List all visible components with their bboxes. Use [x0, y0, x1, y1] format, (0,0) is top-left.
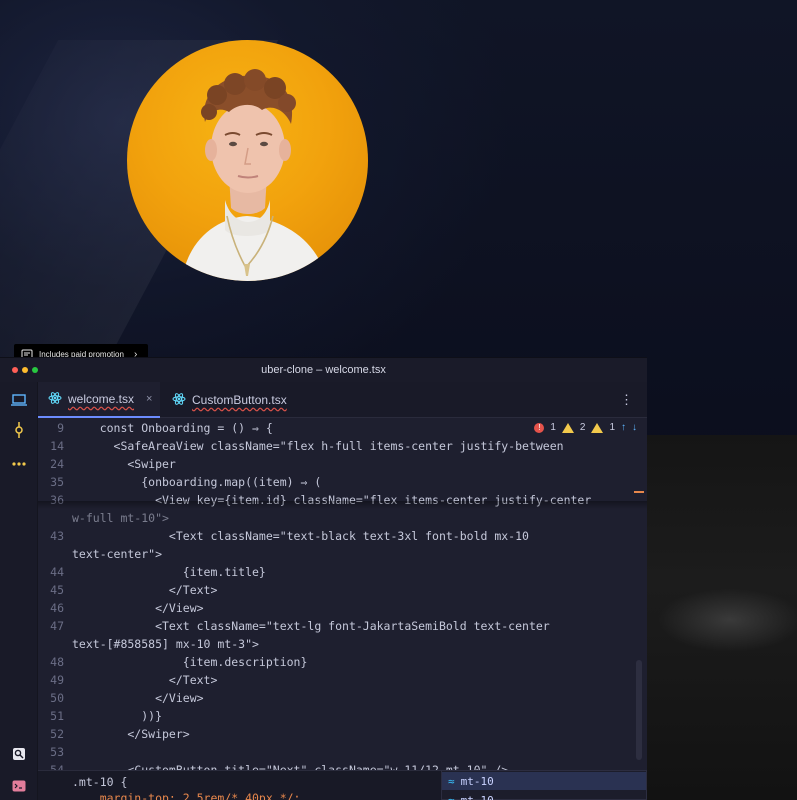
suggestion-item[interactable]: ≈ mt-10: [442, 772, 646, 790]
editor-scrollbar[interactable]: [636, 660, 642, 760]
css-declaration: margin-top: 2.5rem/* 40px */;: [72, 791, 301, 800]
line-number: 52: [50, 727, 64, 741]
code-editor-window: uber-clone – welcome.tsx welcome.tsx × C…: [0, 357, 647, 800]
line-number: 9: [57, 421, 64, 435]
code-line[interactable]: 35 {onboarding.map((item) ⇒ (: [38, 473, 638, 491]
sticky-scroll-shadow: [38, 501, 647, 509]
window-controls: [12, 367, 38, 373]
code-line[interactable]: w-full mt-10">: [38, 509, 638, 527]
line-number: 14: [50, 439, 64, 453]
line-text: <Text className="text-lg font-JakartaSem…: [72, 619, 550, 633]
line-text: w-full mt-10">: [72, 511, 169, 525]
window-title: uber-clone – welcome.tsx: [261, 364, 386, 376]
avatar: [127, 40, 368, 281]
background-photo-blur: [650, 560, 797, 680]
code-area[interactable]: 9 const Onboarding = () ⇒ {14 <SafeAreaV…: [38, 419, 647, 800]
line-text: <Swiper: [72, 457, 176, 471]
more-icon[interactable]: [11, 456, 27, 472]
code-line[interactable]: 48 {item.description}: [38, 653, 638, 671]
line-text: <SafeAreaView className="flex h-full ite…: [72, 439, 564, 453]
activity-bar: [0, 382, 38, 800]
line-number: 47: [50, 619, 64, 633]
line-text: ))}: [72, 709, 163, 723]
line-text: </Text>: [72, 583, 218, 597]
person-portrait: [182, 69, 327, 281]
line-number: 49: [50, 673, 64, 687]
code-line[interactable]: 51 ))}: [38, 707, 638, 725]
css-selector: .mt-10 {: [72, 775, 128, 789]
code-line[interactable]: 9 const Onboarding = () ⇒ {: [38, 419, 638, 437]
react-icon: [172, 392, 186, 409]
code-line[interactable]: 49 </Text>: [38, 671, 638, 689]
terminal-icon[interactable]: [11, 778, 27, 794]
tailwind-icon: ≈: [448, 774, 455, 788]
autocomplete-popup: ≈ mt-10 ≈ mt-10: [441, 770, 647, 800]
css-preview-panel: .mt-10 { margin-top: 2.5rem/* 40px */;: [38, 770, 441, 800]
code-line[interactable]: 47 <Text className="text-lg font-Jakarta…: [38, 617, 638, 635]
line-text: </View>: [72, 691, 204, 705]
laptop-icon[interactable]: [11, 392, 27, 408]
line-number: 35: [50, 475, 64, 489]
code-line[interactable]: text-center">: [38, 545, 638, 563]
code-line[interactable]: text-[#858585] mx-10 mt-3">: [38, 635, 638, 653]
line-number: 51: [50, 709, 64, 723]
search-icon[interactable]: [11, 746, 27, 762]
window-titlebar: uber-clone – welcome.tsx: [0, 358, 647, 382]
tab-label: CustomButton.tsx: [192, 393, 287, 407]
tailwind-icon: ≈: [448, 793, 455, 800]
change-marker: [634, 491, 644, 493]
line-text: text-center">: [72, 547, 163, 561]
code-line[interactable]: 53: [38, 743, 638, 761]
line-text: </Text>: [72, 673, 218, 687]
kebab-menu-icon[interactable]: ⋮: [620, 392, 633, 408]
suggestion-label: mt-10: [460, 774, 494, 788]
line-text: {item.description}: [72, 655, 308, 669]
code-line[interactable]: 46 </View>: [38, 599, 638, 617]
code-line[interactable]: 14 <SafeAreaView className="flex h-full …: [38, 437, 638, 455]
line-text: </View>: [72, 601, 204, 615]
code-line[interactable]: 44 {item.title}: [38, 563, 638, 581]
editor-tabs: welcome.tsx × CustomButton.tsx ⋮: [38, 382, 647, 418]
tab-label: welcome.tsx: [68, 392, 135, 406]
line-number: 53: [50, 745, 64, 759]
line-number: 46: [50, 601, 64, 615]
line-text: const Onboarding = () ⇒ {: [72, 421, 273, 435]
minimize-window-button[interactable]: [22, 367, 28, 373]
line-number: 50: [50, 691, 64, 705]
react-icon: [48, 391, 62, 408]
line-number: 43: [50, 529, 64, 543]
maximize-window-button[interactable]: [32, 367, 38, 373]
line-text: {onboarding.map((item) ⇒ (: [72, 475, 322, 489]
close-tab-icon[interactable]: ×: [146, 393, 152, 405]
tab-custombutton[interactable]: CustomButton.tsx: [162, 382, 297, 418]
suggestion-item[interactable]: ≈ mt-10: [448, 791, 494, 800]
code-line[interactable]: 24 <Swiper: [38, 455, 638, 473]
line-text: text-[#858585] mx-10 mt-3">: [72, 637, 259, 651]
code-line[interactable]: 52 </Swiper>: [38, 725, 638, 743]
code-line[interactable]: 43 <Text className="text-black text-3xl …: [38, 527, 638, 545]
line-number: 45: [50, 583, 64, 597]
suggestion-label: mt-10: [460, 793, 494, 800]
line-number: 44: [50, 565, 64, 579]
code-line[interactable]: 50 </View>: [38, 689, 638, 707]
git-commit-icon[interactable]: [11, 422, 27, 438]
line-number: 24: [50, 457, 64, 471]
code-line[interactable]: 45 </Text>: [38, 581, 638, 599]
close-window-button[interactable]: [12, 367, 18, 373]
line-text: {item.title}: [72, 565, 266, 579]
line-text: </Swiper>: [72, 727, 190, 741]
line-number: 48: [50, 655, 64, 669]
line-text: <Text className="text-black text-3xl fon…: [72, 529, 529, 543]
tab-welcome[interactable]: welcome.tsx ×: [38, 382, 160, 418]
